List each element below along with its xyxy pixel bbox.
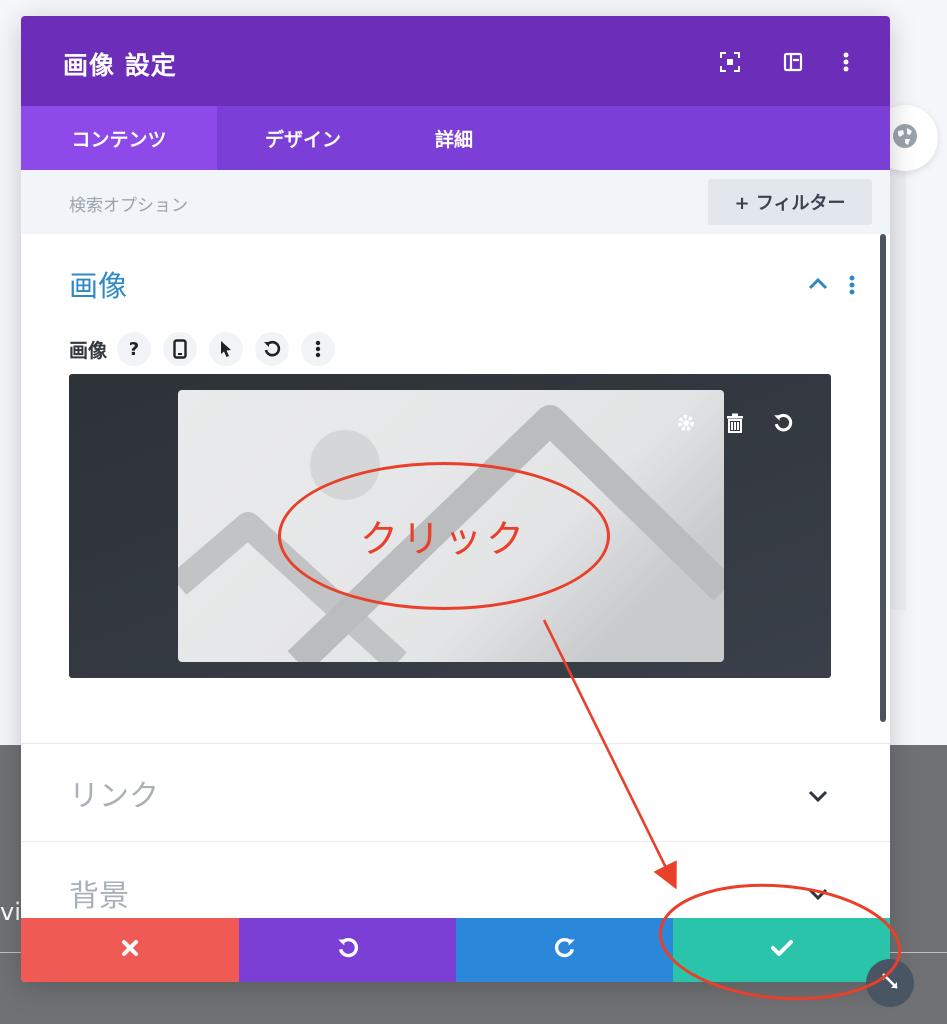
redo-button[interactable] [456, 918, 673, 982]
tab-advanced[interactable]: 詳細 [389, 106, 519, 170]
modal-title: 画像 設定 [63, 51, 177, 80]
reset-icon[interactable] [255, 332, 290, 366]
split-view-icon[interactable] [781, 50, 805, 74]
section-divider [21, 841, 890, 842]
redo-icon [554, 937, 576, 963]
mobile-device-icon[interactable] [163, 332, 198, 366]
section-link-title[interactable]: リンク [69, 771, 159, 815]
resize-button[interactable] [866, 959, 914, 1007]
discard-button[interactable] [21, 918, 239, 982]
pointer-hover-icon[interactable] [209, 332, 244, 366]
background-panel [890, 170, 906, 610]
image-field-label: 画像 [69, 339, 108, 362]
expand-fullscreen-icon[interactable] [718, 50, 742, 74]
tab-content[interactable]: コンテンツ [21, 106, 217, 170]
image-field-label-row: 画像 ? [69, 331, 347, 367]
modal-footer [21, 918, 890, 982]
more-vertical-icon[interactable] [834, 50, 858, 74]
reset-icon[interactable] [772, 412, 794, 434]
scrollbar[interactable] [880, 234, 886, 722]
resize-diagonal-icon [879, 970, 901, 996]
search-options-bar: 検索オプション + フィルター [21, 170, 890, 234]
gear-icon[interactable] [675, 412, 697, 434]
annotation-text: クリック [359, 517, 528, 561]
tab-design[interactable]: デザイン [217, 106, 389, 170]
help-icon[interactable]: ? [117, 332, 152, 366]
more-vertical-icon[interactable] [301, 332, 336, 366]
section-more-icon[interactable] [848, 274, 856, 300]
section-divider [21, 743, 890, 744]
background-partial-text: vi [0, 898, 21, 926]
close-icon [121, 939, 139, 961]
chevron-down-icon[interactable] [807, 886, 829, 905]
search-options-input[interactable]: 検索オプション [69, 191, 188, 216]
undo-button[interactable] [239, 918, 456, 982]
save-button[interactable] [673, 918, 890, 982]
tab-bar: コンテンツ デザイン 詳細 [21, 106, 890, 170]
globe-icon [891, 122, 919, 154]
modal-header: 画像 設定 [21, 16, 890, 106]
check-icon [770, 938, 794, 962]
section-image-title[interactable]: 画像 [69, 263, 127, 305]
add-filter-button[interactable]: + フィルター [708, 179, 872, 225]
chevron-down-icon[interactable] [807, 788, 829, 807]
trash-icon[interactable] [724, 412, 746, 434]
section-background-title[interactable]: 背景 [69, 871, 129, 915]
undo-icon [337, 937, 359, 963]
chevron-up-icon[interactable] [807, 276, 829, 295]
